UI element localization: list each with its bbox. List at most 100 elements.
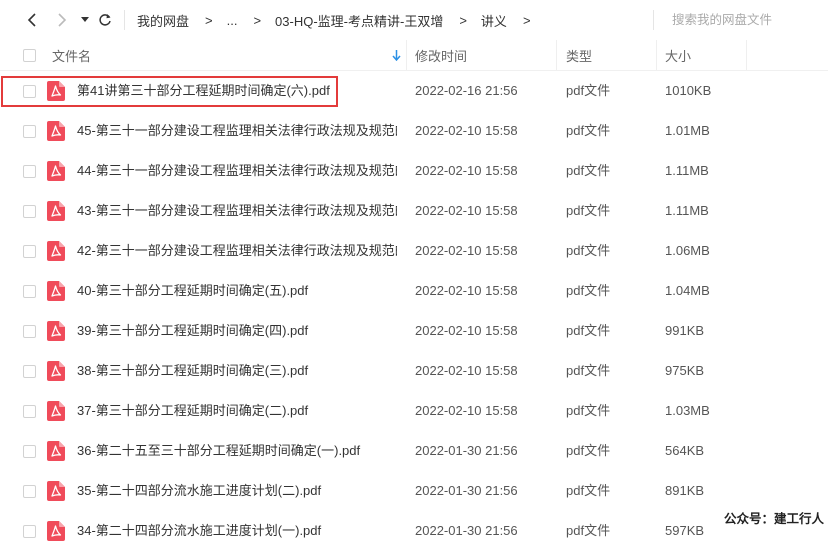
row-checkbox[interactable]: [23, 405, 36, 418]
file-row[interactable]: 第41讲第三十部分工程延期时间确定(六).pdf 2022-02-16 21:5…: [0, 71, 828, 111]
column-header-modified-label: 修改时间: [415, 49, 468, 64]
file-size: 1.03MB: [665, 403, 710, 418]
file-name[interactable]: 43-第三十一部分建设工程监理相关法律行政法规及规范的...: [77, 191, 397, 231]
file-modified-time: 2022-01-30 21:56: [415, 523, 518, 538]
file-size: 1.06MB: [665, 243, 710, 258]
breadcrumb-separator: >: [459, 12, 467, 28]
pdf-file-icon: [47, 201, 65, 221]
row-checkbox[interactable]: [23, 525, 36, 538]
file-type: pdf文件: [566, 483, 611, 498]
row-checkbox[interactable]: [23, 325, 36, 338]
breadcrumb-root[interactable]: 我的网盘: [137, 11, 189, 30]
row-checkbox[interactable]: [23, 285, 36, 298]
file-modified-time: 2022-02-10 15:58: [415, 403, 518, 418]
file-row[interactable]: 36-第二十五至三十部分工程延期时间确定(一).pdf 2022-01-30 2…: [0, 431, 828, 471]
row-checkbox[interactable]: [23, 205, 36, 218]
file-row[interactable]: 35-第二十四部分流水施工进度计划(二).pdf 2022-01-30 21:5…: [0, 471, 828, 511]
file-name[interactable]: 45-第三十一部分建设工程监理相关法律行政法规及规范的...: [77, 111, 397, 151]
pdf-file-icon: [47, 481, 65, 501]
file-size: 564KB: [665, 443, 705, 458]
row-checkbox[interactable]: [23, 125, 36, 138]
file-size: 1.11MB: [665, 203, 709, 218]
column-header-type[interactable]: 类型: [566, 40, 592, 71]
watermark: 公众号：建工行人: [721, 507, 826, 528]
file-row[interactable]: 45-第三十一部分建设工程监理相关法律行政法规及规范的... 2022-02-1…: [0, 111, 828, 151]
row-checkbox[interactable]: [23, 85, 36, 98]
file-size: 975KB: [665, 363, 705, 378]
file-type: pdf文件: [566, 443, 611, 458]
select-all-checkbox[interactable]: [23, 49, 36, 62]
row-checkbox[interactable]: [23, 245, 36, 258]
file-size: 1.11MB: [665, 163, 709, 178]
file-row[interactable]: 42-第三十一部分建设工程监理相关法律行政法规及规范的... 2022-02-1…: [0, 231, 828, 271]
file-type: pdf文件: [566, 203, 611, 218]
file-name[interactable]: 42-第三十一部分建设工程监理相关法律行政法规及规范的...: [77, 231, 397, 271]
file-size: 1010KB: [665, 83, 712, 98]
file-row[interactable]: 38-第三十部分工程延期时间确定(三).pdf 2022-02-10 15:58…: [0, 351, 828, 391]
file-name[interactable]: 36-第二十五至三十部分工程延期时间确定(一).pdf: [77, 431, 397, 471]
column-divider: [406, 40, 407, 71]
column-header-size[interactable]: 大小: [665, 40, 691, 71]
refresh-button[interactable]: [95, 10, 115, 30]
file-size: 991KB: [665, 323, 705, 338]
file-type: pdf文件: [566, 403, 611, 418]
file-name[interactable]: 34-第二十四部分流水施工进度计划(一).pdf: [77, 511, 397, 551]
pdf-file-icon: [47, 441, 65, 461]
file-row[interactable]: 37-第三十部分工程延期时间确定(二).pdf 2022-02-10 15:58…: [0, 391, 828, 431]
breadcrumb: 我的网盘 > ... > 03-HQ-监理-考点精讲-王双增 > 讲义 >: [137, 0, 545, 40]
file-name[interactable]: 44-第三十一部分建设工程监理相关法律行政法规及规范的...: [77, 151, 397, 191]
column-header-modified[interactable]: 修改时间: [415, 40, 467, 71]
file-modified-time: 2022-01-30 21:56: [415, 483, 518, 498]
file-size: 891KB: [665, 483, 705, 498]
row-checkbox[interactable]: [23, 485, 36, 498]
navigation-bar: 我的网盘 > ... > 03-HQ-监理-考点精讲-王双增 > 讲义 >: [0, 0, 828, 40]
file-name[interactable]: 38-第三十部分工程延期时间确定(三).pdf: [77, 351, 397, 391]
select-all-cell: [23, 40, 36, 71]
file-type: pdf文件: [566, 243, 611, 258]
column-header-name[interactable]: 文件名: [52, 40, 406, 71]
forward-button[interactable]: [52, 10, 72, 30]
column-header-size-label: 大小: [665, 49, 692, 64]
breadcrumb-ellipsis[interactable]: ...: [227, 13, 238, 28]
breadcrumb-separator: >: [522, 12, 531, 28]
file-modified-time: 2022-02-10 15:58: [415, 163, 518, 178]
file-type: pdf文件: [566, 323, 611, 338]
file-name[interactable]: 35-第二十四部分流水施工进度计划(二).pdf: [77, 471, 397, 511]
file-row[interactable]: 34-第二十四部分流水施工进度计划(一).pdf 2022-01-30 21:5…: [0, 511, 828, 551]
breadcrumb-folder[interactable]: 03-HQ-监理-考点精讲-王双增: [275, 11, 443, 30]
pdf-file-icon: [47, 121, 65, 141]
file-modified-time: 2022-02-10 15:58: [415, 363, 518, 378]
breadcrumb-current[interactable]: 讲义: [481, 11, 507, 30]
pdf-file-icon: [47, 361, 65, 381]
file-row[interactable]: 40-第三十部分工程延期时间确定(五).pdf 2022-02-10 15:58…: [0, 271, 828, 311]
file-row[interactable]: 43-第三十一部分建设工程监理相关法律行政法规及规范的... 2022-02-1…: [0, 191, 828, 231]
row-checkbox[interactable]: [23, 445, 36, 458]
file-name[interactable]: 37-第三十部分工程延期时间确定(二).pdf: [77, 391, 397, 431]
file-modified-time: 2022-02-16 21:56: [415, 83, 518, 98]
pdf-file-icon: [47, 521, 65, 541]
row-checkbox[interactable]: [23, 365, 36, 378]
file-type: pdf文件: [566, 163, 611, 178]
column-divider: [656, 40, 657, 71]
file-row[interactable]: 44-第三十一部分建设工程监理相关法律行政法规及规范的... 2022-02-1…: [0, 151, 828, 191]
pdf-file-icon: [47, 241, 65, 261]
search-box: [653, 10, 828, 30]
file-name[interactable]: 39-第三十部分工程延期时间确定(四).pdf: [77, 311, 397, 351]
file-row[interactable]: 39-第三十部分工程延期时间确定(四).pdf 2022-02-10 15:58…: [0, 311, 828, 351]
nav-divider: [124, 10, 125, 30]
search-input[interactable]: [670, 12, 828, 28]
file-type: pdf文件: [566, 523, 611, 538]
file-list: 第41讲第三十部分工程延期时间确定(六).pdf 2022-02-16 21:5…: [0, 71, 828, 551]
arrow-down-icon: [392, 50, 401, 61]
history-dropdown-button[interactable]: [75, 10, 95, 30]
column-header-type-label: 类型: [566, 49, 593, 64]
row-checkbox[interactable]: [23, 165, 36, 178]
column-divider: [556, 40, 557, 71]
file-modified-time: 2022-02-10 15:58: [415, 283, 518, 298]
file-name[interactable]: 第41讲第三十部分工程延期时间确定(六).pdf: [77, 71, 397, 111]
file-modified-time: 2022-01-30 21:56: [415, 443, 518, 458]
file-modified-time: 2022-02-10 15:58: [415, 323, 518, 338]
file-name[interactable]: 40-第三十部分工程延期时间确定(五).pdf: [77, 271, 397, 311]
back-button[interactable]: [22, 10, 42, 30]
file-type: pdf文件: [566, 363, 611, 378]
